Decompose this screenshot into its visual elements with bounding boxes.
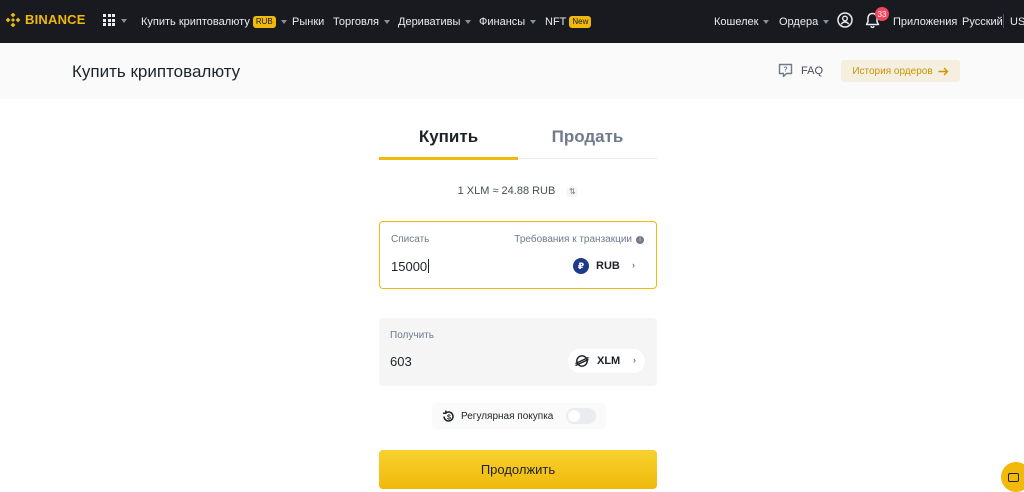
nav-derivatives-label: Деривативы (398, 15, 461, 28)
apps-grid-icon[interactable] (103, 14, 115, 26)
tab-sell[interactable]: Продать (518, 127, 657, 147)
notification-count-badge: 33 (875, 7, 889, 21)
receive-currency-label: XLM (597, 355, 621, 367)
chevron-down-icon (465, 19, 472, 24)
chat-bubble (1007, 472, 1019, 482)
spend-amount-input[interactable]: 15000 (391, 259, 430, 274)
nav-markets[interactable]: Рынки (292, 0, 324, 43)
nav-trade[interactable]: Торговля (333, 0, 390, 43)
toggle-knob (568, 410, 580, 422)
spend-amount-value: 15000 (391, 259, 428, 274)
nav-buy-crypto-label: Купить криптовалюту (141, 15, 250, 28)
nav-nft-label: NFT (545, 15, 567, 28)
receive-amount-input[interactable]: 603 (390, 354, 412, 369)
nav-apps[interactable]: Приложения (893, 0, 957, 43)
new-badge: New (569, 15, 592, 28)
nav-orders-label: Ордера (779, 15, 819, 28)
nav-derivatives[interactable]: Деривативы (398, 0, 472, 43)
nav-language-label: Русский (962, 15, 1003, 28)
spend-currency-label: RUB (596, 260, 620, 272)
nav-trade-label: Торговля (333, 15, 379, 28)
spend-currency-select[interactable]: ₽ RUB › (567, 254, 644, 278)
exchange-rate-text: 1 XLM ≈ 24.88 RUB (457, 185, 556, 197)
nav-language[interactable]: Русский (962, 0, 1003, 43)
info-icon: i (636, 235, 644, 244)
svg-text:$: $ (447, 414, 451, 421)
receive-field[interactable]: Получить 603 XLM › (379, 318, 657, 386)
chevron-down-icon (763, 19, 770, 24)
receive-currency-select[interactable]: XLM › (568, 349, 645, 373)
receive-label: Получить (390, 330, 434, 341)
nav-divider (1003, 14, 1004, 28)
nav-markets-label: Рынки (292, 15, 325, 28)
brand-name: BINANCE (25, 12, 86, 27)
receive-amount-value: 603 (390, 354, 412, 369)
active-tab-indicator (379, 157, 518, 160)
nav-currency[interactable]: US (1010, 0, 1024, 43)
nav-nft[interactable]: NFT New (545, 0, 592, 43)
recurring-buy[interactable]: $ Регулярная покупка (432, 403, 606, 429)
chevron-right-icon: › (632, 260, 635, 270)
profile-icon[interactable] (837, 12, 853, 28)
chevron-down-icon (280, 19, 287, 24)
faq-link[interactable]: ? FAQ (778, 63, 823, 78)
chevron-down-icon (383, 19, 390, 24)
tab-divider (518, 158, 657, 159)
nav-wallet-label: Кошелек (714, 15, 759, 28)
recurring-icon: $ (443, 410, 454, 422)
svg-text:?: ? (783, 67, 787, 74)
recurring-label: Регулярная покупка (461, 410, 554, 422)
order-history-button[interactable]: История ордеров (841, 60, 960, 82)
chevron-right-icon: › (633, 355, 636, 365)
top-navigation: BINANCE Купить криптовалюту RUB Рынки То… (0, 0, 1024, 43)
xlm-icon (575, 355, 589, 367)
nav-orders[interactable]: Ордера (779, 0, 830, 43)
swap-icon[interactable]: ⇅ (566, 186, 579, 198)
rub-badge: RUB (252, 15, 276, 28)
rub-icon: ₽ (573, 258, 589, 274)
page-title: Купить криптовалюту (72, 62, 241, 81)
text-cursor (428, 259, 430, 273)
faq-label: FAQ (801, 64, 824, 77)
recurring-toggle[interactable] (566, 408, 596, 424)
nav-finance[interactable]: Финансы (479, 0, 537, 43)
page-header: Купить криптовалюту ? FAQ История ордеро… (0, 43, 1024, 99)
faq-icon: ? (778, 63, 793, 78)
arrow-right-icon (938, 67, 949, 75)
tab-buy[interactable]: Купить (379, 127, 518, 147)
nav-currency-label: US (1010, 15, 1024, 28)
continue-button[interactable]: Продолжить (379, 450, 657, 489)
chat-icon[interactable] (1001, 462, 1024, 492)
apps-caret-icon (121, 19, 127, 23)
nav-finance-label: Финансы (479, 15, 526, 28)
exchange-rate: 1 XLM ≈ 24.88 RUB ⇅ (379, 185, 657, 198)
chevron-down-icon (530, 19, 537, 24)
order-history-label: История ордеров (852, 65, 933, 77)
chevron-down-icon (823, 19, 830, 24)
spend-field[interactable]: Списать Требования к транзакции i 15000 … (379, 221, 657, 289)
binance-logo-icon (6, 12, 20, 27)
binance-logo[interactable]: BINANCE (6, 12, 86, 27)
spend-label: Списать (391, 234, 430, 245)
nav-apps-label: Приложения (893, 15, 958, 28)
transaction-requirements-label: Требования к транзакции (514, 234, 632, 245)
transaction-requirements[interactable]: Требования к транзакции i (514, 234, 644, 245)
nav-buy-crypto[interactable]: Купить криптовалюту RUB (141, 0, 287, 43)
nav-wallet[interactable]: Кошелек (714, 0, 770, 43)
